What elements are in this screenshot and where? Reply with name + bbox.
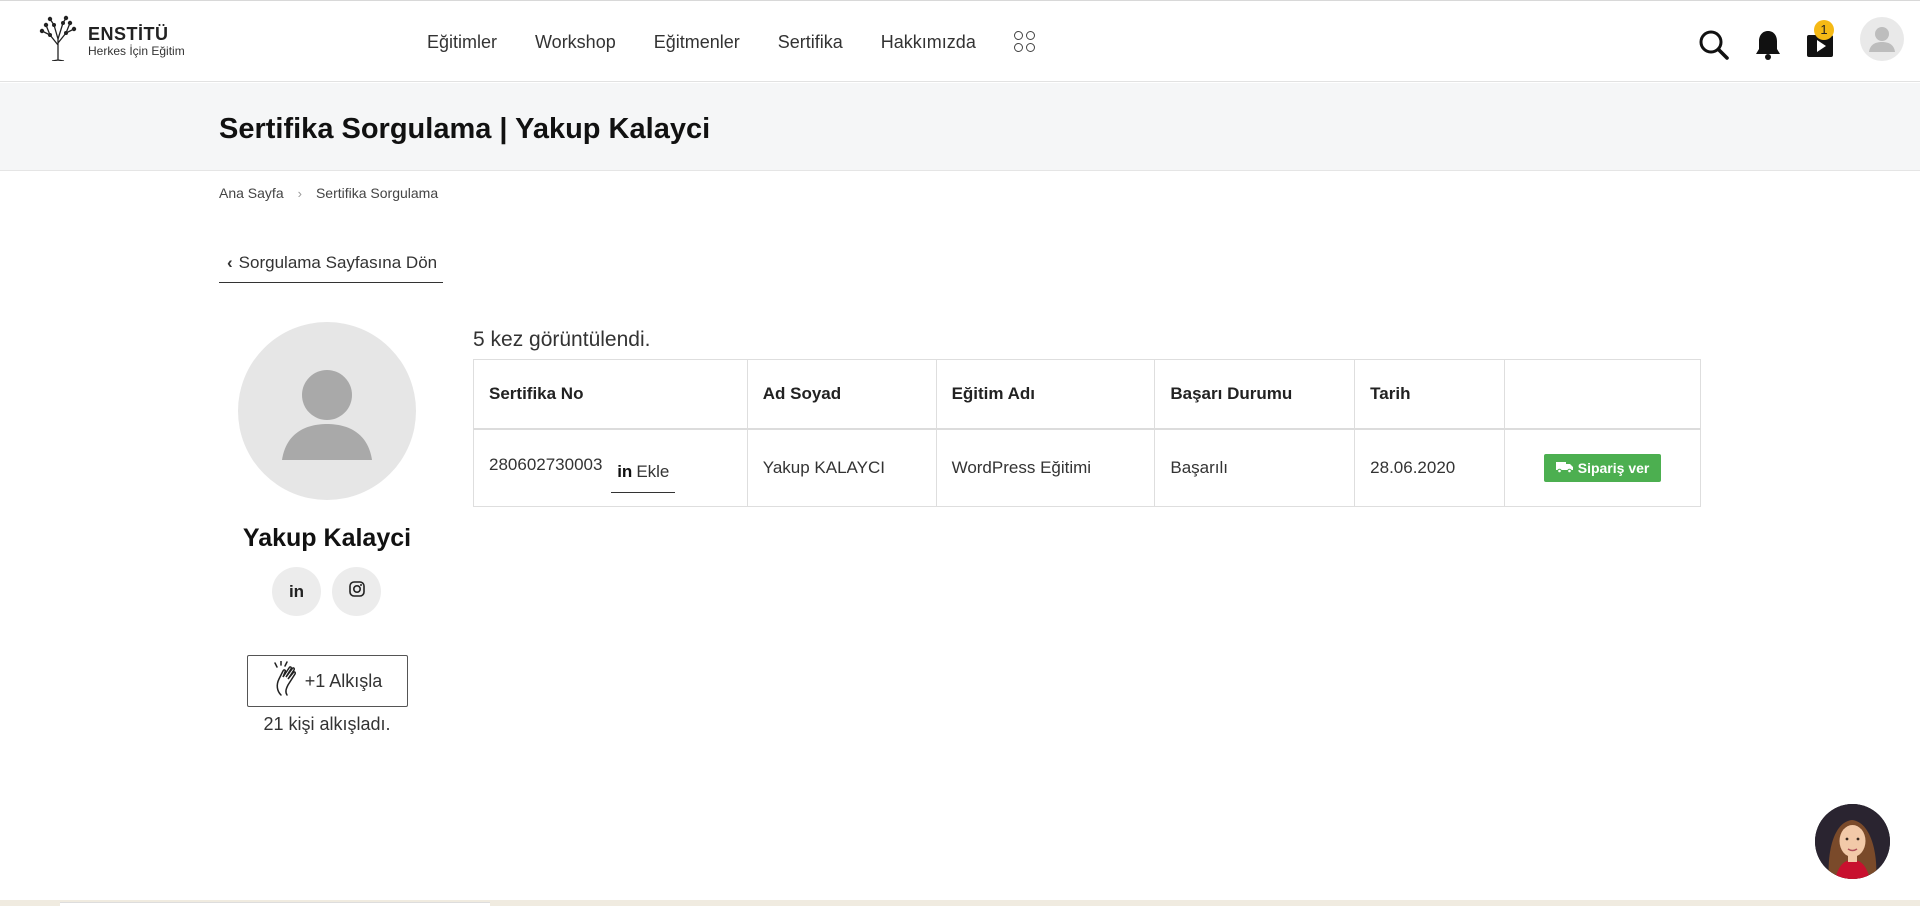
nav-item-egitmenler[interactable]: Eğitmenler	[654, 32, 740, 53]
bottom-edge	[0, 900, 1920, 906]
certificate-table: Sertifika No Ad Soyad Eğitim Adı Başarı …	[473, 359, 1701, 507]
table-row: 280602730003 in Ekle Yakup KALAYCI WordP…	[473, 428, 1701, 507]
bell-icon[interactable]	[1754, 29, 1782, 66]
col-header-cert-no: Sertifika No	[473, 359, 748, 430]
col-header-date: Tarih	[1354, 359, 1506, 430]
order-label: Sipariş ver	[1577, 459, 1650, 476]
breadcrumb: Ana Sayfa › Sertifika Sorgulama	[219, 185, 438, 201]
brand-tagline: Herkes İçin Eğitim	[88, 43, 185, 58]
applaud-button[interactable]: +1 Alkışla	[247, 655, 408, 707]
page-title-band: Sertifika Sorgulama | Yakup Kalayci	[0, 83, 1920, 171]
nav-item-sertifika[interactable]: Sertifika	[778, 32, 843, 53]
linkedin-icon: in	[288, 581, 305, 601]
cell-date: 28.06.2020	[1354, 428, 1506, 507]
cell-actions: Sipariş ver	[1504, 428, 1701, 507]
linkedin-add-button[interactable]: in Ekle	[611, 456, 676, 494]
breadcrumb-home[interactable]: Ana Sayfa	[219, 185, 284, 201]
search-icon[interactable]	[1698, 29, 1730, 66]
nav-item-egitimler[interactable]: Eğitimler	[427, 32, 497, 53]
col-header-status: Başarı Durumu	[1154, 359, 1356, 430]
back-button-label: Sorgulama Sayfasına Dön	[238, 252, 438, 272]
applaud-count: 21 kişi alkışladı.	[263, 714, 391, 734]
instagram-button[interactable]	[332, 567, 381, 616]
tree-logo-icon	[36, 15, 80, 66]
view-count: 5 kez görüntülendi.	[473, 328, 651, 351]
nav-item-hakkimizda[interactable]: Hakkımızda	[881, 32, 976, 53]
cell-status: Başarılı	[1154, 428, 1356, 507]
breadcrumb-current: Sertifika Sorgulama	[315, 185, 439, 201]
table-header-row: Sertifika No Ad Soyad Eğitim Adı Başarı …	[473, 359, 1701, 430]
order-button[interactable]: Sipariş ver	[1543, 453, 1662, 482]
apps-grid-icon[interactable]	[1013, 31, 1036, 53]
linkedin-add-label: Ekle	[636, 462, 670, 482]
cart-count-badge: 1	[1814, 20, 1834, 40]
brand-logo[interactable]: ENSTİTÜ Herkes İçin Eğitim	[36, 15, 185, 66]
truck-icon	[1555, 460, 1573, 476]
linkedin-icon: in	[617, 462, 633, 482]
instagram-icon	[348, 581, 365, 602]
chevron-right-icon: ›	[297, 185, 302, 201]
cell-course: WordPress Eğitimi	[935, 428, 1156, 507]
cell-cert-no: 280602730003 in Ekle	[473, 428, 748, 507]
col-header-course: Eğitim Adı	[935, 359, 1156, 430]
main-nav: Eğitimler Workshop Eğitmenler Sertifika …	[427, 1, 1036, 83]
chevron-left-icon: ‹	[227, 252, 233, 272]
profile-name: Yakup Kalayci	[242, 524, 412, 552]
clap-icon	[273, 659, 303, 702]
linkedin-button[interactable]: in	[272, 567, 321, 616]
cell-full-name: Yakup KALAYCI	[746, 428, 937, 507]
brand-name: ENSTİTÜ	[88, 23, 169, 44]
col-header-actions	[1504, 359, 1701, 430]
back-to-search-button[interactable]: ‹ Sorgulama Sayfasına Dön	[219, 243, 443, 283]
page-title: Sertifika Sorgulama | Yakup Kalayci	[219, 113, 711, 145]
profile-avatar	[238, 322, 416, 500]
cert-number: 280602730003	[489, 455, 603, 475]
chat-assistant-button[interactable]	[1815, 804, 1890, 879]
applaud-label: +1 Alkışla	[304, 670, 383, 691]
nav-item-workshop[interactable]: Workshop	[535, 32, 616, 53]
col-header-full-name: Ad Soyad	[746, 359, 937, 430]
user-avatar-icon[interactable]	[1860, 17, 1904, 61]
top-header: ENSTİTÜ Herkes İçin Eğitim Eğitimler Wor…	[0, 0, 1920, 82]
